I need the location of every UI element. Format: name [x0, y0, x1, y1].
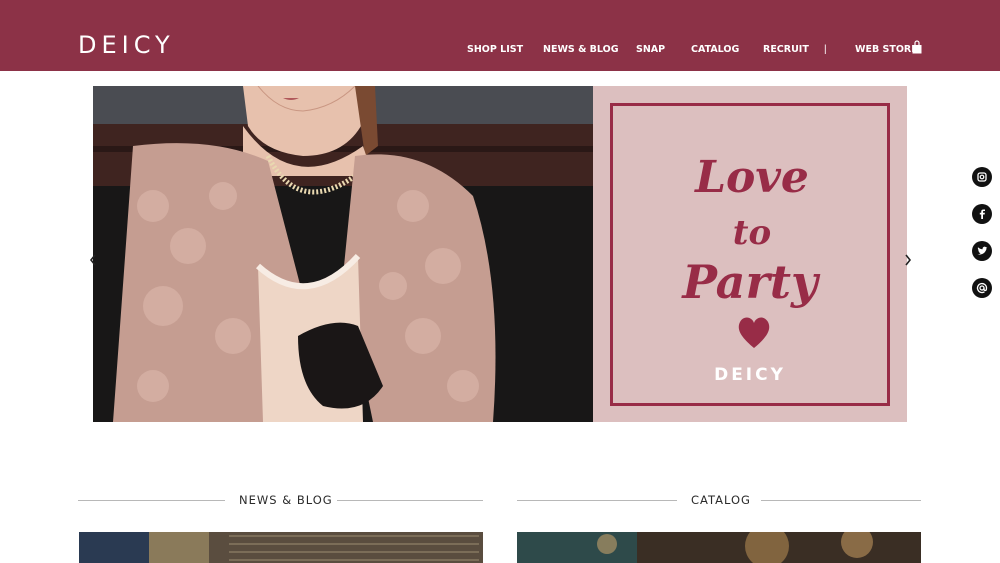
catalog-divider-left	[517, 500, 677, 501]
promo-brand: DEICY	[714, 365, 786, 385]
mail-icon[interactable]	[972, 278, 992, 298]
model-illustration	[93, 86, 593, 422]
nav-shop-list[interactable]: SHOP LIST	[467, 43, 523, 57]
promo-line-party: Party	[680, 255, 821, 309]
news-divider-right	[337, 500, 483, 501]
heart-icon	[738, 317, 770, 348]
hero-slider[interactable]: Love to Party DEICY	[93, 86, 907, 422]
nav-news-blog[interactable]: NEWS & BLOG	[543, 43, 619, 57]
news-thumbnail[interactable]	[79, 532, 483, 563]
nav-web-store[interactable]: WEB STORE	[855, 43, 918, 57]
next-arrow-icon[interactable]	[902, 252, 914, 268]
promo-line-love: Love	[693, 152, 809, 203]
promo-panel: Love to Party DEICY	[593, 86, 907, 422]
promo-line-to: to	[733, 213, 771, 253]
instagram-icon[interactable]	[972, 167, 992, 187]
catalog-thumbnail[interactable]	[517, 532, 921, 563]
twitter-icon[interactable]	[972, 241, 992, 261]
facebook-icon[interactable]	[972, 204, 992, 224]
news-divider-left	[78, 500, 225, 501]
nav-recruit[interactable]: RECRUIT	[763, 43, 809, 57]
hero-photo	[93, 86, 593, 422]
site-header: DEICY SHOP LIST NEWS & BLOG SNAP CATALOG…	[0, 0, 1000, 71]
shopping-bag-icon[interactable]	[912, 40, 922, 54]
catalog-section-title: CATALOG	[691, 493, 751, 507]
catalog-divider-right	[761, 500, 921, 501]
main-nav: SHOP LIST NEWS & BLOG SNAP CATALOG RECRU…	[0, 43, 1000, 57]
prev-arrow-icon[interactable]	[87, 252, 99, 268]
nav-catalog[interactable]: CATALOG	[691, 43, 739, 57]
nav-snap[interactable]: SNAP	[636, 43, 665, 57]
news-section-title: NEWS & BLOG	[239, 493, 333, 507]
nav-separator: |	[824, 44, 827, 55]
